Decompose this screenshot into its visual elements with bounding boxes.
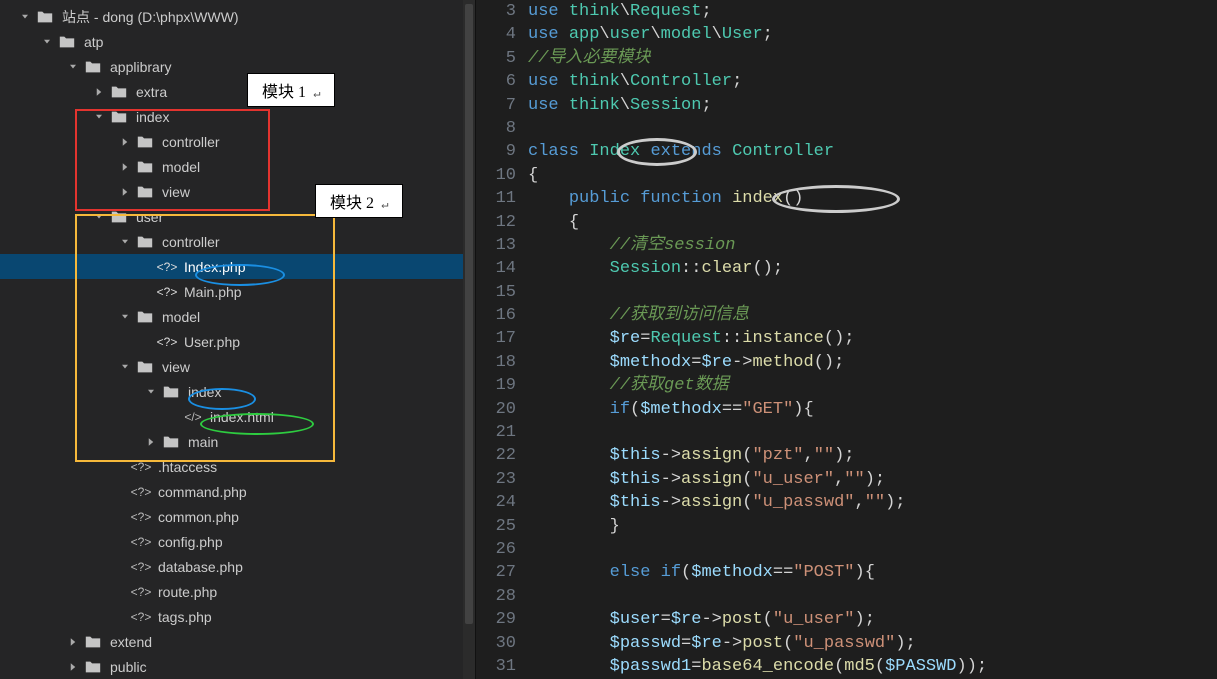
php-file-icon: <?> (132, 508, 150, 526)
folder-icon (136, 133, 154, 151)
file-explorer-sidebar[interactable]: 站点 - dong (D:\phpx\WWW) atp applibrary e… (0, 0, 476, 679)
php-file-icon: <?> (158, 283, 176, 301)
php-file-icon: <?> (132, 533, 150, 551)
folder-icon (36, 8, 54, 26)
tree-folder-public[interactable]: public (0, 654, 475, 679)
tree-file-route-php[interactable]: <?> route.php (0, 579, 475, 604)
php-file-icon: <?> (132, 558, 150, 576)
folder-icon (136, 183, 154, 201)
tree-file-htaccess[interactable]: <?> .htaccess (0, 454, 475, 479)
tree-file-common-php[interactable]: <?> common.php (0, 504, 475, 529)
tree-file-database-php[interactable]: <?> database.php (0, 554, 475, 579)
php-file-icon: <?> (132, 458, 150, 476)
tree-root-label: 站点 - dong (D:\phpx\WWW) (62, 7, 239, 27)
tree-folder-atp[interactable]: atp (0, 29, 475, 54)
php-file-icon: <?> (132, 483, 150, 501)
tree-folder-index[interactable]: index (0, 104, 475, 129)
line-number-gutter: 3456789101112131415161718192021222324252… (476, 0, 528, 679)
folder-icon (84, 633, 102, 651)
chevron-right-icon (118, 185, 132, 199)
php-file-icon: <?> (158, 258, 176, 276)
chevron-right-icon (66, 660, 80, 674)
tree-folder-user-view[interactable]: view (0, 354, 475, 379)
folder-icon (84, 58, 102, 76)
folder-icon (162, 433, 180, 451)
chevron-down-icon (40, 35, 54, 49)
chevron-down-icon (92, 210, 106, 224)
chevron-right-icon (66, 635, 80, 649)
chevron-down-icon (118, 360, 132, 374)
php-file-icon: <?> (132, 608, 150, 626)
tree-folder-user[interactable]: user (0, 204, 475, 229)
tree-folder-applibrary[interactable]: applibrary (0, 54, 475, 79)
chevron-right-icon (118, 160, 132, 174)
folder-icon (136, 233, 154, 251)
tree-folder-index-controller[interactable]: controller (0, 129, 475, 154)
tree-folder-index-model[interactable]: model (0, 154, 475, 179)
code-editor[interactable]: 3456789101112131415161718192021222324252… (476, 0, 1217, 679)
tree-folder-extend[interactable]: extend (0, 629, 475, 654)
folder-icon (136, 308, 154, 326)
tree-file-command-php[interactable]: <?> command.php (0, 479, 475, 504)
sidebar-scrollbar[interactable] (463, 0, 475, 679)
tree-folder-extra[interactable]: extra (0, 79, 475, 104)
tree-folder-view-main[interactable]: main (0, 429, 475, 454)
tree-folder-user-controller[interactable]: controller (0, 229, 475, 254)
chevron-right-icon (92, 85, 106, 99)
tree-file-main-php[interactable]: <?> Main.php (0, 279, 475, 304)
tree-folder-index-view[interactable]: view (0, 179, 475, 204)
chevron-down-icon (118, 235, 132, 249)
chevron-down-icon (92, 110, 106, 124)
chevron-down-icon (66, 60, 80, 74)
folder-icon (136, 158, 154, 176)
chevron-down-icon (18, 10, 32, 24)
tree-file-tags-php[interactable]: <?> tags.php (0, 604, 475, 629)
code-content[interactable]: use think\Request;use app\user\model\Use… (528, 0, 1217, 679)
annotation-module1-label: 模块 1 ↵ (247, 73, 335, 107)
folder-icon (162, 383, 180, 401)
folder-icon (110, 108, 128, 126)
tree-folder-view-index[interactable]: index (0, 379, 475, 404)
chevron-down-icon (118, 310, 132, 324)
tree-file-user-php[interactable]: <?> User.php (0, 329, 475, 354)
annotation-module2-label: 模块 2 ↵ (315, 184, 403, 218)
tree-file-config-php[interactable]: <?> config.php (0, 529, 475, 554)
php-file-icon: <?> (158, 333, 176, 351)
tree-file-index-html[interactable]: </> index.html (0, 404, 475, 429)
chevron-right-icon (118, 135, 132, 149)
folder-icon (110, 83, 128, 101)
folder-icon (84, 658, 102, 676)
php-file-icon: <?> (132, 583, 150, 601)
tree-root[interactable]: 站点 - dong (D:\phpx\WWW) (0, 4, 475, 29)
tree-folder-user-model[interactable]: model (0, 304, 475, 329)
tree-file-index-php[interactable]: <?> Index.php (0, 254, 475, 279)
folder-icon (110, 208, 128, 226)
chevron-down-icon (144, 385, 158, 399)
html-file-icon: </> (184, 408, 202, 426)
folder-icon (136, 358, 154, 376)
folder-icon (58, 33, 76, 51)
chevron-right-icon (144, 435, 158, 449)
